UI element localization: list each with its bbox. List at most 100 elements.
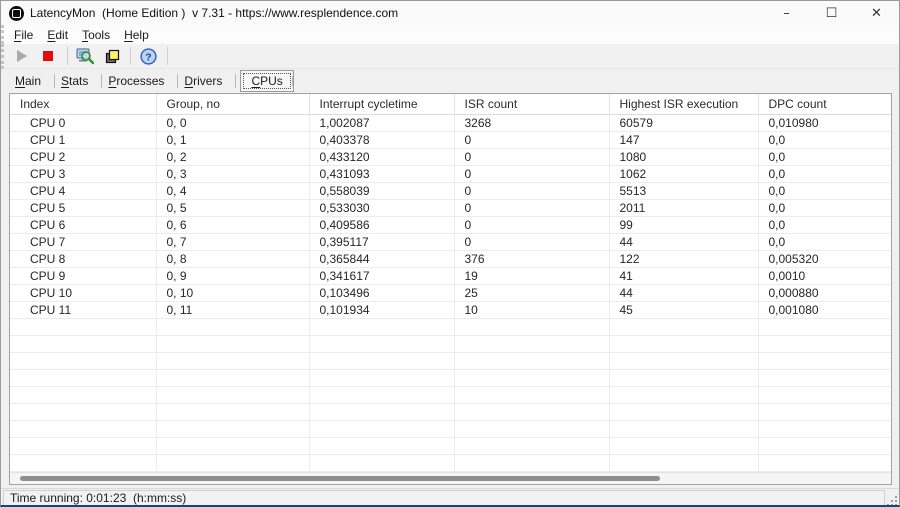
cpu-row[interactable]: CPU 110, 110,10193410450,001080	[10, 301, 891, 318]
column-header-interrupt-cycletime[interactable]: Interrupt cycletime	[309, 94, 454, 114]
tab-stats[interactable]: Stats	[55, 69, 102, 93]
cpu-row[interactable]: CPU 50, 50,533030020110,0	[10, 199, 891, 216]
analyze-button[interactable]	[73, 46, 97, 67]
menu-help[interactable]: Help	[118, 26, 157, 44]
cell: 147	[609, 131, 758, 148]
empty-cell	[758, 386, 891, 403]
column-header-index[interactable]: Index	[10, 94, 156, 114]
empty-cell	[309, 335, 454, 352]
empty-cell	[609, 403, 758, 420]
cell: 0	[454, 165, 609, 182]
cell: 45	[609, 301, 758, 318]
cell: 44	[609, 233, 758, 250]
cpu-row[interactable]: CPU 60, 60,4095860990,0	[10, 216, 891, 233]
cell: 0,0010	[758, 267, 891, 284]
cell: 1062	[609, 165, 758, 182]
help-question-icon: ?	[140, 48, 157, 65]
menu-bar: FileEditToolsHelp	[1, 25, 899, 44]
stop-monitor-button[interactable]	[36, 46, 60, 67]
cell: 1080	[609, 148, 758, 165]
empty-cell	[609, 386, 758, 403]
empty-cell	[156, 420, 309, 437]
status-bar: Time running: 0:01:23 (h:mm:ss)	[1, 488, 899, 507]
tab-main[interactable]: Main	[9, 69, 55, 93]
cpu-row[interactable]: CPU 00, 01,0020873268605790,010980	[10, 114, 891, 131]
empty-cell	[758, 437, 891, 454]
empty-row	[10, 369, 891, 386]
empty-cell	[454, 369, 609, 386]
empty-cell	[309, 352, 454, 369]
window-title: LatencyMon (Home Edition ) v 7.31 - http…	[30, 6, 398, 20]
time-running-status: Time running: 0:01:23 (h:mm:ss)	[3, 490, 885, 506]
cpu-row[interactable]: CPU 80, 80,3658443761220,005320	[10, 250, 891, 267]
cell: CPU 1	[10, 131, 156, 148]
cell: 0,010980	[758, 114, 891, 131]
empty-cell	[156, 352, 309, 369]
cpu-row[interactable]: CPU 100, 100,10349625440,000880	[10, 284, 891, 301]
horizontal-scrollbar-thumb[interactable]	[20, 476, 660, 481]
cell: 0,0	[758, 148, 891, 165]
column-header-highest-isr-execution[interactable]: Highest ISR execution	[609, 94, 758, 114]
tab-cpus[interactable]: CPUs	[240, 70, 293, 92]
empty-row	[10, 352, 891, 369]
tab-processes[interactable]: Processes	[102, 69, 178, 93]
tab-drivers[interactable]: Drivers	[178, 69, 236, 93]
empty-cell	[10, 454, 156, 471]
column-header-dpc-count[interactable]: DPC count	[758, 94, 891, 114]
cell: 0,101934	[309, 301, 454, 318]
empty-row	[10, 420, 891, 437]
copy-report-button[interactable]	[99, 46, 123, 67]
column-header-group-no[interactable]: Group, no	[156, 94, 309, 114]
horizontal-scrollbar[interactable]	[10, 472, 891, 484]
cell: 0, 4	[156, 182, 309, 199]
column-header-isr-count[interactable]: ISR count	[454, 94, 609, 114]
stop-icon	[43, 51, 53, 61]
cell: 0,0	[758, 165, 891, 182]
cpu-row[interactable]: CPU 30, 30,431093010620,0	[10, 165, 891, 182]
cell: 0, 5	[156, 199, 309, 216]
empty-cell	[609, 369, 758, 386]
cell: 0, 7	[156, 233, 309, 250]
cell: 5513	[609, 182, 758, 199]
cpu-row[interactable]: CPU 90, 90,34161719410,0010	[10, 267, 891, 284]
cell: 0,0	[758, 233, 891, 250]
empty-cell	[454, 386, 609, 403]
menu-edit[interactable]: Edit	[41, 26, 76, 44]
minimize-button[interactable]: –	[764, 1, 809, 25]
tab-bar: MainStatsProcessesDriversCPUs	[1, 69, 899, 93]
toolbar-separator	[67, 47, 68, 65]
help-button[interactable]: ?	[136, 46, 160, 67]
cell: CPU 11	[10, 301, 156, 318]
cell: 0	[454, 216, 609, 233]
cell: 0,0	[758, 131, 891, 148]
start-monitor-button[interactable]	[10, 46, 34, 67]
empty-cell	[758, 352, 891, 369]
cell: 19	[454, 267, 609, 284]
menu-file[interactable]: File	[8, 26, 41, 44]
cpu-row[interactable]: CPU 10, 10,40337801470,0	[10, 131, 891, 148]
cpu-row[interactable]: CPU 40, 40,558039055130,0	[10, 182, 891, 199]
cell: 0	[454, 148, 609, 165]
cell: 0,403378	[309, 131, 454, 148]
empty-cell	[309, 437, 454, 454]
close-button[interactable]: ✕	[854, 1, 899, 25]
empty-cell	[156, 318, 309, 335]
cell: 0,365844	[309, 250, 454, 267]
empty-cell	[454, 454, 609, 471]
empty-cell	[758, 369, 891, 386]
empty-cell	[156, 386, 309, 403]
empty-cell	[454, 403, 609, 420]
empty-cell	[10, 352, 156, 369]
cpu-row[interactable]: CPU 70, 70,3951170440,0	[10, 233, 891, 250]
cell: 0, 11	[156, 301, 309, 318]
cell: 0, 8	[156, 250, 309, 267]
cpu-row[interactable]: CPU 20, 20,433120010800,0	[10, 148, 891, 165]
cell: 44	[609, 284, 758, 301]
window-controls: – ☐ ✕	[764, 1, 899, 25]
menu-tools[interactable]: Tools	[76, 26, 118, 44]
maximize-button[interactable]: ☐	[809, 1, 854, 25]
toolbar: ?	[1, 44, 899, 69]
resize-grip[interactable]	[887, 496, 897, 506]
cell: 3268	[454, 114, 609, 131]
empty-cell	[758, 335, 891, 352]
